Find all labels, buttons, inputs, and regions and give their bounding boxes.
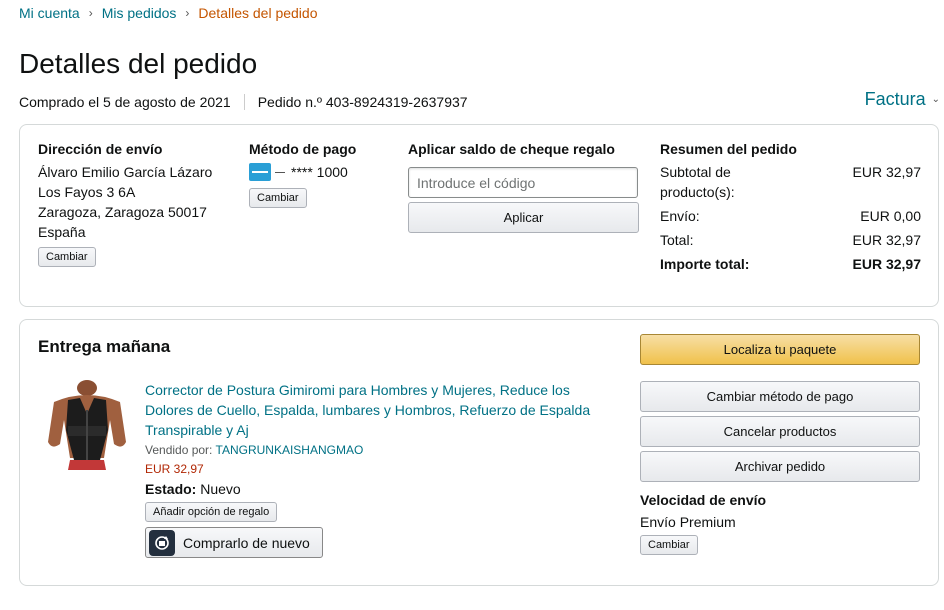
- invoice-dropdown[interactable]: Factura ⌄: [865, 89, 940, 110]
- summary-row: Subtotal de producto(s): EUR 32,97: [660, 162, 921, 202]
- condition-label: Estado:: [145, 481, 197, 497]
- breadcrumb-my-account[interactable]: Mi cuenta: [19, 5, 80, 21]
- summary-value: EUR 32,97: [852, 164, 921, 180]
- shipping-name: Álvaro Emilio García Lázaro: [38, 164, 213, 180]
- payment-method: Método de pago **** 1000 Cambiar: [249, 141, 356, 208]
- order-actions: Localiza tu paquete Cambiar método de pa…: [640, 334, 920, 555]
- breadcrumb-order-details: Detalles del pedido: [198, 5, 318, 21]
- summary-label: Envío:: [660, 208, 700, 224]
- product-info: Corrector de Postura Gimiromi para Hombr…: [145, 380, 615, 558]
- breadcrumb-separator: ›: [185, 6, 190, 20]
- buy-again-icon: [149, 529, 175, 556]
- summary-row: Envío: EUR 0,00: [660, 206, 921, 226]
- order-number: Pedido n.º 403-8924319-2637937: [257, 94, 468, 110]
- condition-value: Nuevo: [200, 481, 241, 497]
- delivery-box: Entrega mañana Corrector de Postura Gimi…: [19, 319, 939, 586]
- credit-card-icon: [249, 163, 271, 181]
- shipping-street: Los Fayos 3 6A: [38, 184, 136, 200]
- gift-card-title: Aplicar saldo de cheque regalo: [408, 141, 615, 157]
- buy-again-button[interactable]: Comprarlo de nuevo: [145, 527, 323, 558]
- order-summary: Resumen del pedido Subtotal de producto(…: [660, 141, 921, 274]
- card-number: **** 1000: [291, 164, 348, 180]
- shipping-city: Zaragoza, Zaragoza 50017: [38, 204, 207, 220]
- product-title-link[interactable]: Corrector de Postura Gimiromi para Hombr…: [145, 380, 615, 440]
- payment-title: Método de pago: [249, 141, 357, 157]
- product-image[interactable]: [42, 380, 132, 470]
- summary-grand-total: Importe total: EUR 32,97: [660, 254, 921, 274]
- sold-by: Vendido por: TANGRUNKAISHANGMAO: [145, 443, 615, 457]
- change-payment-method-button[interactable]: Cambiar método de pago: [640, 381, 920, 412]
- change-payment-button[interactable]: Cambiar: [249, 188, 307, 208]
- track-package-button[interactable]: Localiza tu paquete: [640, 334, 920, 365]
- breadcrumb-my-orders[interactable]: Mis pedidos: [102, 5, 177, 21]
- sold-by-label: Vendido por:: [145, 443, 213, 457]
- purchase-date: Comprado el 5 de agosto de 2021: [19, 94, 231, 110]
- gift-card-section: Aplicar saldo de cheque regalo Aplicar: [408, 141, 639, 233]
- buy-again-label: Comprarlo de nuevo: [183, 534, 310, 551]
- summary-value: EUR 0,00: [860, 208, 921, 224]
- delivery-title: Entrega mañana: [38, 337, 171, 356]
- summary-title: Resumen del pedido: [660, 141, 797, 157]
- shipping-title: Dirección de envío: [38, 141, 163, 157]
- invoice-label: Factura: [864, 89, 926, 109]
- product-condition: Estado: Nuevo: [145, 481, 615, 497]
- shipping-speed-value: Envío Premium: [640, 514, 736, 530]
- shipping-speed-title: Velocidad de envío: [640, 492, 767, 508]
- archive-order-button[interactable]: Archivar pedido: [640, 451, 920, 482]
- seller-link[interactable]: TANGRUNKAISHANGMAO: [216, 443, 364, 457]
- breadcrumb: Mi cuenta › Mis pedidos › Detalles del p…: [19, 5, 318, 21]
- summary-label: Total:: [660, 232, 694, 248]
- order-meta: Comprado el 5 de agosto de 2021 Pedido n…: [19, 94, 468, 110]
- order-info-box: Dirección de envío Álvaro Emilio García …: [19, 124, 939, 307]
- summary-row: Total: EUR 32,97: [660, 230, 921, 250]
- summary-label: Subtotal de producto(s):: [660, 164, 735, 200]
- gift-code-input[interactable]: [408, 167, 638, 198]
- add-gift-option-button[interactable]: Añadir opción de regalo: [145, 502, 278, 522]
- product-price: EUR 32,97: [145, 462, 204, 476]
- grand-total-label: Importe total:: [660, 256, 750, 272]
- change-speed-button[interactable]: Cambiar: [640, 535, 698, 555]
- card-icon-dash: [275, 171, 285, 173]
- shipping-country: España: [38, 224, 86, 240]
- change-address-button[interactable]: Cambiar: [38, 247, 96, 267]
- chevron-down-icon: ⌄: [931, 94, 940, 105]
- grand-total-value: EUR 32,97: [852, 256, 921, 272]
- meta-divider: [243, 94, 245, 110]
- shipping-address: Dirección de envío Álvaro Emilio García …: [38, 141, 212, 267]
- cancel-items-button[interactable]: Cancelar productos: [640, 416, 920, 447]
- summary-value: EUR 32,97: [852, 232, 921, 248]
- breadcrumb-separator: ›: [88, 6, 93, 20]
- apply-gift-button[interactable]: Aplicar: [408, 202, 639, 233]
- page-title: Detalles del pedido: [19, 48, 258, 79]
